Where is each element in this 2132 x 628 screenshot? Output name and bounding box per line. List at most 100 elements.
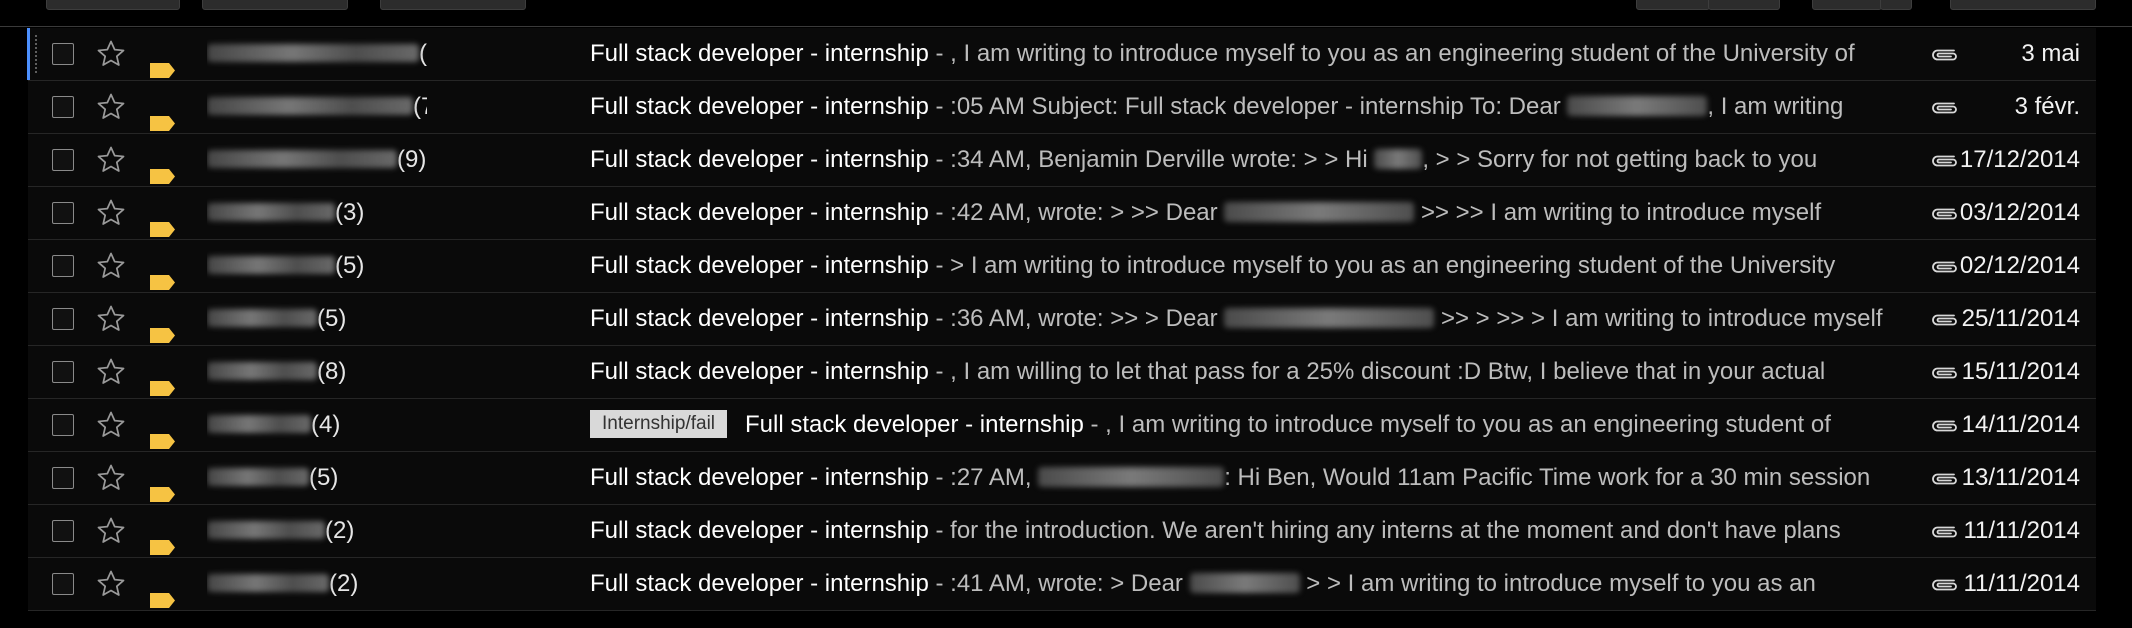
message-date: 13/11/2014 bbox=[1961, 464, 2080, 491]
star-icon[interactable] bbox=[94, 505, 128, 557]
select-checkbox[interactable] bbox=[52, 43, 74, 65]
important-marker-icon[interactable] bbox=[149, 152, 176, 184]
sender-name: (2) bbox=[207, 505, 427, 557]
important-marker-icon[interactable] bbox=[149, 576, 176, 608]
subject-snippet: Full stack developer - internship - > I … bbox=[590, 240, 1912, 292]
select-checkbox[interactable] bbox=[52, 414, 74, 436]
select-checkbox[interactable] bbox=[52, 361, 74, 383]
thread-count: (5) bbox=[317, 305, 347, 332]
important-marker-icon[interactable] bbox=[149, 523, 176, 555]
star-icon[interactable] bbox=[94, 134, 128, 186]
important-marker-icon[interactable] bbox=[149, 470, 176, 502]
sender-name: (5) bbox=[207, 240, 427, 292]
message-row[interactable]: (8) Full stack developer - internship - ,… bbox=[28, 346, 2096, 399]
select-checkbox[interactable] bbox=[52, 467, 74, 489]
subject-snippet: Full stack developer - internship - :42 … bbox=[590, 187, 1912, 239]
sender-name: (4) bbox=[207, 399, 427, 451]
drag-handle-icon[interactable] bbox=[34, 34, 39, 74]
toolbar-button[interactable] bbox=[1812, 0, 1882, 10]
star-icon[interactable] bbox=[94, 399, 128, 451]
message-row[interactable]: (2) Full stack developer - internship - f… bbox=[28, 505, 2096, 558]
redacted-sender bbox=[207, 573, 329, 592]
select-checkbox[interactable] bbox=[52, 308, 74, 330]
select-checkbox[interactable] bbox=[52, 96, 74, 118]
message-subject: Full stack developer - internship bbox=[590, 146, 929, 173]
sender-name: (3) bbox=[207, 187, 427, 239]
message-snippet: , I am writing bbox=[1707, 93, 1844, 120]
label-chip[interactable]: Internship/fail bbox=[590, 409, 728, 438]
important-marker-icon[interactable] bbox=[149, 205, 176, 237]
redacted-name bbox=[1038, 466, 1225, 487]
message-row[interactable]: (7) Full stack developer - internship - :… bbox=[28, 81, 2096, 134]
redacted-name bbox=[1224, 201, 1415, 222]
sender-name: (8) bbox=[207, 28, 427, 80]
toolbar-button[interactable] bbox=[1636, 0, 1710, 10]
toolbar-button[interactable] bbox=[1708, 0, 1780, 10]
important-marker-icon[interactable] bbox=[149, 99, 176, 131]
star-icon[interactable] bbox=[94, 293, 128, 345]
star-icon[interactable] bbox=[94, 81, 128, 133]
message-row[interactable]: (9) Full stack developer - internship - :… bbox=[28, 134, 2096, 187]
snippet-fade bbox=[1882, 134, 1922, 186]
toolbar-button[interactable] bbox=[1950, 0, 2096, 10]
snippet-fade bbox=[1882, 293, 1922, 345]
toolbar-button[interactable] bbox=[202, 0, 348, 10]
snippet-fade bbox=[1882, 505, 1922, 557]
thread-count: (5) bbox=[309, 464, 339, 491]
message-date: 25/11/2014 bbox=[1961, 305, 2080, 332]
select-checkbox[interactable] bbox=[52, 149, 74, 171]
important-marker-icon[interactable] bbox=[149, 311, 176, 343]
select-checkbox[interactable] bbox=[52, 573, 74, 595]
message-row[interactable]: (5) Full stack developer - internship - :… bbox=[28, 452, 2096, 505]
subject-snippet: Full stack developer - internship - :05 … bbox=[590, 81, 1912, 133]
star-icon[interactable] bbox=[94, 28, 128, 80]
star-icon[interactable] bbox=[94, 187, 128, 239]
message-row[interactable]: (2) Full stack developer - internship - :… bbox=[28, 558, 2096, 611]
message-subject: Full stack developer - internship bbox=[745, 411, 1084, 438]
message-row[interactable]: (3) Full stack developer - internship - :… bbox=[28, 187, 2096, 240]
sender-name: (9) bbox=[207, 134, 427, 186]
message-snippet: - , I am writing to introduce myself to … bbox=[928, 40, 1855, 67]
star-icon[interactable] bbox=[94, 452, 128, 504]
redacted-sender bbox=[207, 96, 413, 115]
toolbar-button[interactable] bbox=[46, 0, 180, 10]
thread-count: (8) bbox=[317, 358, 347, 385]
subject-snippet: Full stack developer - internship - :36 … bbox=[590, 293, 1912, 345]
subject-snippet: Full stack developer - internship - for … bbox=[590, 505, 1912, 557]
thread-count: (9) bbox=[397, 146, 427, 173]
toolbar-button[interactable] bbox=[380, 0, 526, 10]
subject-snippet: Internship/fail Full stack developer - in… bbox=[590, 399, 1912, 451]
star-icon[interactable] bbox=[94, 558, 128, 610]
sender-name: (5) bbox=[207, 452, 427, 504]
star-icon[interactable] bbox=[94, 346, 128, 398]
sender-name: (8) bbox=[207, 346, 427, 398]
subject-snippet: Full stack developer - internship - :34 … bbox=[590, 134, 1912, 186]
message-subject: Full stack developer - internship bbox=[590, 464, 929, 491]
important-marker-icon[interactable] bbox=[149, 417, 176, 449]
select-checkbox[interactable] bbox=[52, 202, 74, 224]
important-marker-icon[interactable] bbox=[149, 258, 176, 290]
redacted-sender bbox=[207, 361, 317, 380]
subject-snippet: Full stack developer - internship - :27 … bbox=[590, 452, 1912, 504]
select-checkbox[interactable] bbox=[52, 255, 74, 277]
thread-count: (8) bbox=[419, 40, 427, 67]
message-subject: Full stack developer - internship bbox=[590, 199, 929, 226]
message-row[interactable]: (4) Internship/fail Full stack developer -… bbox=[28, 399, 2096, 452]
redacted-sender bbox=[207, 414, 311, 433]
important-marker-icon[interactable] bbox=[149, 46, 176, 78]
message-row[interactable]: (5) Full stack developer - internship - :… bbox=[28, 293, 2096, 346]
message-snippet: - , I am willing to let that pass for a … bbox=[928, 358, 1826, 385]
important-marker-icon[interactable] bbox=[149, 364, 176, 396]
message-row[interactable]: (5) Full stack developer - internship - >… bbox=[28, 240, 2096, 293]
snippet-fade bbox=[1882, 346, 1922, 398]
message-subject: Full stack developer - internship bbox=[590, 517, 929, 544]
redacted-sender bbox=[207, 520, 325, 539]
select-checkbox[interactable] bbox=[52, 520, 74, 542]
toolbar-button[interactable] bbox=[1880, 0, 1912, 10]
redacted-sender bbox=[207, 467, 309, 486]
snippet-fade bbox=[1882, 28, 1922, 80]
message-row[interactable]: (8) Full stack developer - internship - ,… bbox=[27, 28, 2096, 81]
star-icon[interactable] bbox=[94, 240, 128, 292]
message-snippet: - :34 AM, Benjamin Derville wrote: > > H… bbox=[928, 146, 1375, 173]
subject-snippet: Full stack developer - internship - , I … bbox=[590, 28, 1912, 80]
